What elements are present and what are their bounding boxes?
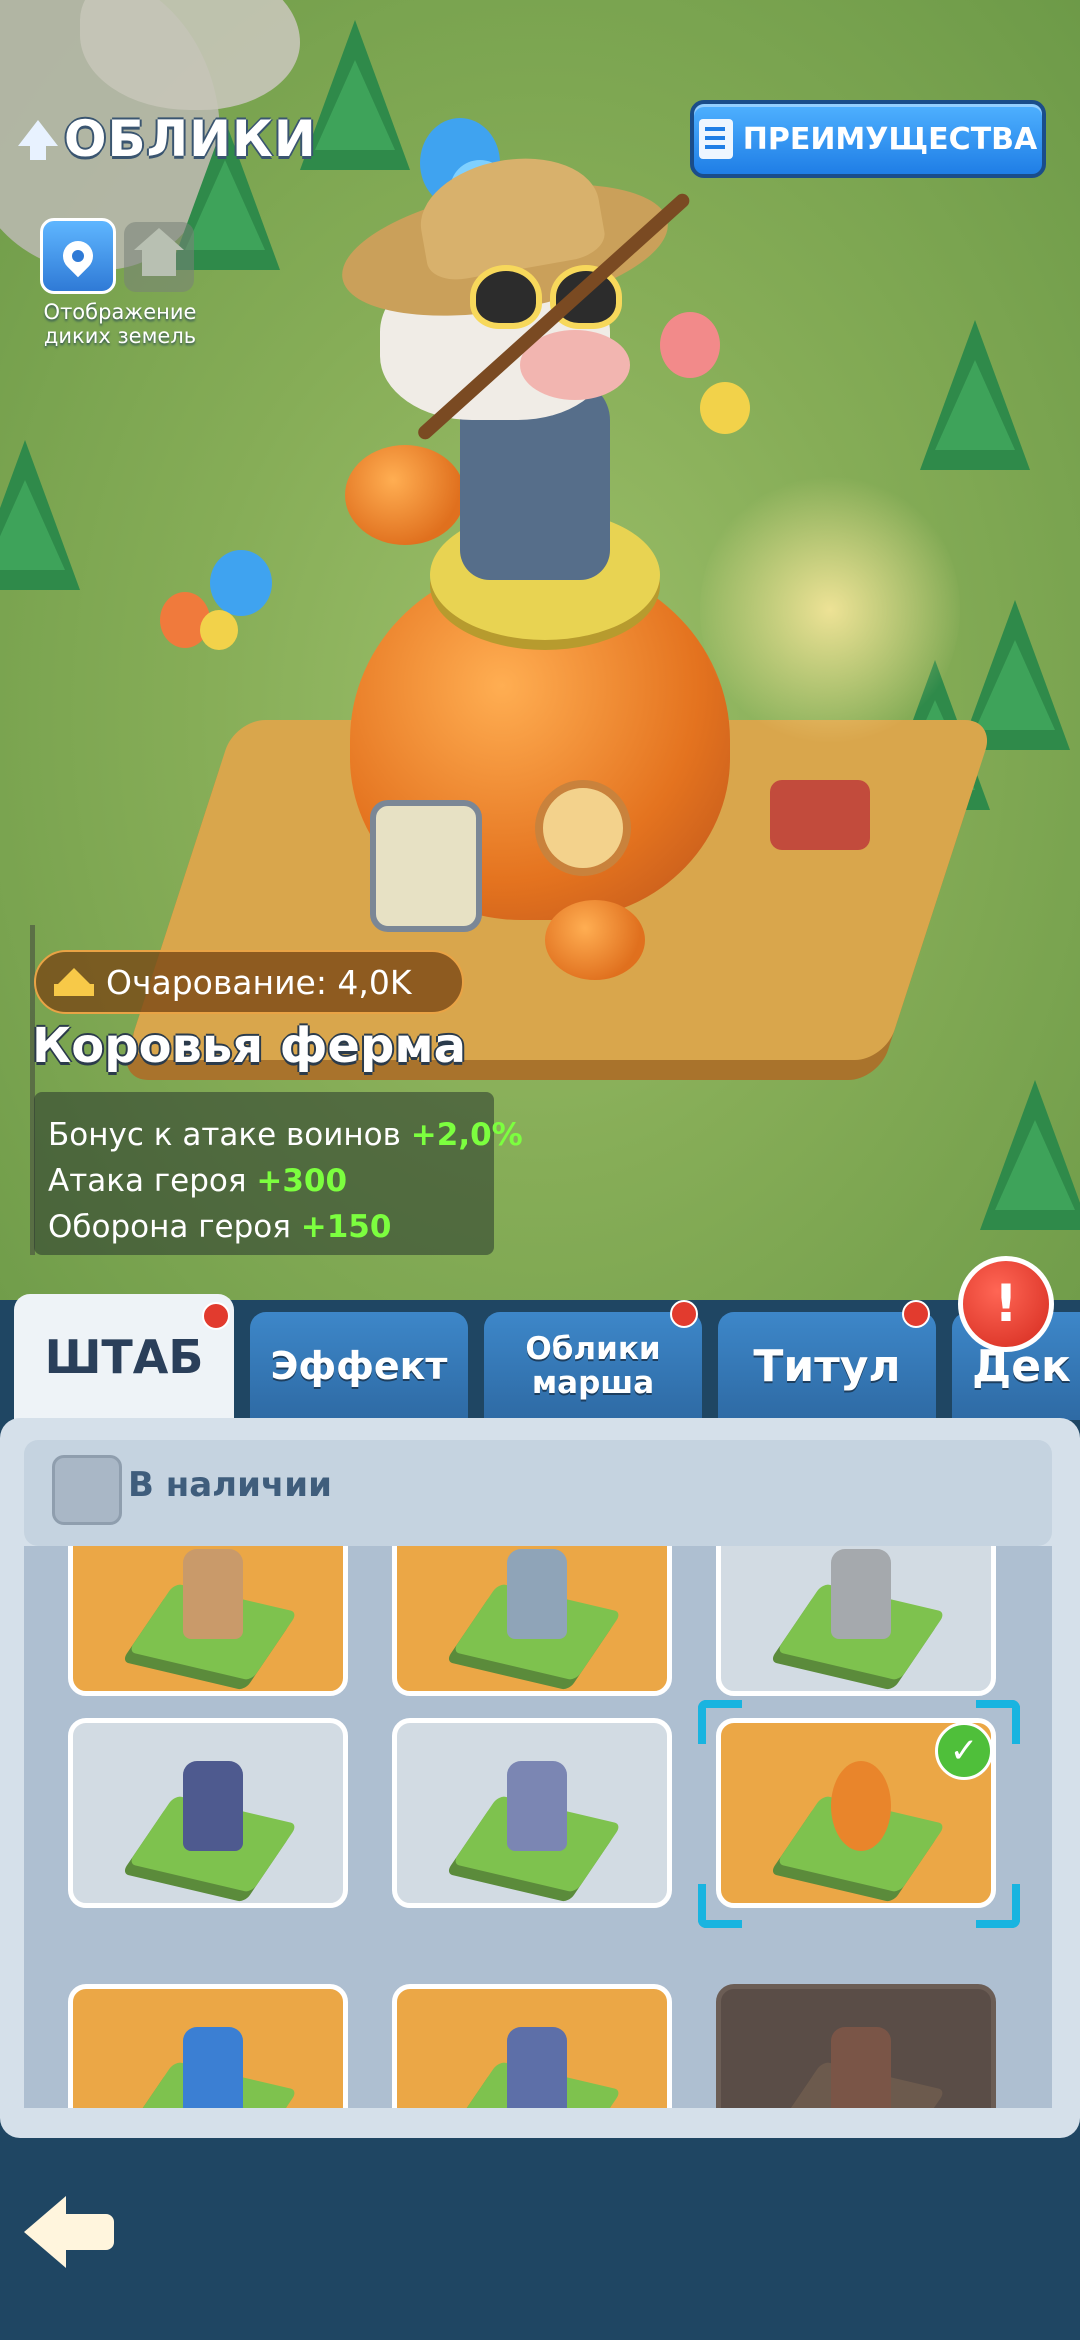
skin-card[interactable]	[68, 1984, 348, 2108]
skin-building	[831, 1549, 891, 1639]
selection-corner	[698, 1700, 742, 1744]
skin-building	[507, 1761, 567, 1851]
bonus-value: +2,0%	[410, 1117, 523, 1153]
tab-label: Титул	[753, 1340, 901, 1392]
skin-building	[183, 1549, 243, 1639]
balloon	[210, 550, 272, 616]
tab-title[interactable]: Титул	[718, 1300, 936, 1420]
available-only-checkbox[interactable]	[52, 1455, 122, 1525]
document-search-icon	[698, 119, 733, 159]
wild-lands-map-toggle[interactable]	[40, 218, 116, 294]
skin-card[interactable]	[392, 1718, 672, 1908]
charm-badge: Очарование: 4,0K	[34, 950, 464, 1014]
balloon	[660, 312, 720, 378]
bonus-value: +150	[300, 1209, 392, 1245]
skin-card[interactable]	[68, 1546, 348, 1696]
notification-dot	[670, 1300, 698, 1328]
tree-decoration	[920, 320, 1030, 470]
bonus-label: Оборона героя	[48, 1209, 291, 1245]
bonus-value: +300	[256, 1163, 348, 1199]
skin-building	[507, 2027, 567, 2108]
bonus-list: Бонус к атаке воинов +2,0% Атака героя +…	[34, 1092, 523, 1255]
notification-dot	[902, 1300, 930, 1328]
tab-hq[interactable]: ШТАБ	[14, 1294, 234, 1420]
tab-label: Эффект	[270, 1344, 448, 1388]
skin-card-locked[interactable]	[716, 1984, 996, 2108]
wild-lands-label: Отображение диких земель	[43, 300, 197, 348]
map-pin-icon	[56, 234, 100, 278]
back-arrow-shaft	[62, 2214, 114, 2250]
tractor	[770, 780, 870, 850]
milk-tank	[370, 800, 482, 932]
page-header: ОБЛИКИ	[18, 110, 317, 168]
balloon	[200, 610, 238, 650]
dust-cloud	[700, 470, 960, 750]
charm-value: Очарование: 4,0K	[106, 962, 412, 1002]
bonus-row: Атака героя +300	[48, 1158, 494, 1204]
bonus-label: Бонус к атаке воинов	[48, 1117, 401, 1153]
pumpkin-decoration	[545, 900, 645, 980]
crown-icon	[54, 968, 94, 996]
tree-decoration	[980, 1080, 1080, 1230]
available-only-label: В наличии	[128, 1465, 332, 1505]
checkmark-icon: ✓	[935, 1722, 993, 1780]
skin-card[interactable]	[392, 1984, 672, 2108]
tab-march-skins[interactable]: Облики марша	[484, 1300, 702, 1420]
advantages-button-label: ПРЕИМУЩЕСТВА	[742, 121, 1038, 157]
bonus-row: Оборона героя +150	[48, 1204, 494, 1250]
bonus-label: Атака героя	[48, 1163, 247, 1199]
up-arrow-icon	[18, 120, 58, 160]
skin-card[interactable]	[716, 1546, 996, 1696]
tab-label: ШТАБ	[44, 1330, 204, 1384]
back-arrow-icon	[24, 2196, 66, 2268]
category-tabs: ШТАБ Эффект Облики марша Титул Дек	[0, 1290, 1080, 1420]
advantages-button[interactable]: ПРЕИМУЩЕСТВА	[690, 100, 1046, 178]
tab-effect[interactable]: Эффект	[250, 1312, 468, 1420]
selection-corner	[976, 1884, 1020, 1928]
tree-decoration	[0, 440, 80, 590]
tab-label: Облики марша	[525, 1331, 661, 1401]
skin-building	[183, 2027, 243, 2108]
pumpkin-decoration	[345, 445, 465, 545]
skin-card[interactable]	[392, 1546, 672, 1696]
balloon	[700, 382, 750, 434]
back-button[interactable]	[24, 2196, 114, 2268]
selection-corner	[698, 1884, 742, 1928]
notification-dot	[202, 1302, 230, 1330]
round-window	[535, 780, 631, 876]
house-view-toggle[interactable]	[124, 222, 194, 292]
skin-building	[507, 1549, 567, 1639]
bonus-row: Бонус к атаке воинов +2,0%	[48, 1112, 523, 1158]
house-icon	[134, 228, 184, 276]
skin-building	[183, 1761, 243, 1851]
skin-building	[831, 2027, 891, 2108]
skin-card[interactable]	[68, 1718, 348, 1908]
skin-name: Коровья ферма	[32, 1018, 466, 1074]
exclamation-icon[interactable]: !	[958, 1256, 1054, 1352]
page-title: ОБЛИКИ	[64, 110, 317, 168]
